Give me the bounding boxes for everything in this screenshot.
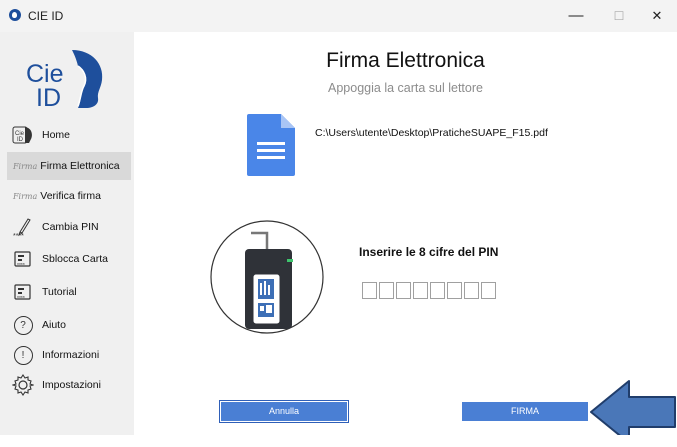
sidebar-item-label: Sblocca Carta — [42, 253, 108, 265]
app-icon — [9, 9, 21, 21]
pin-digit-box[interactable] — [447, 282, 462, 299]
sidebar-item-verifica-firma[interactable]: Firma Verifica firma — [7, 182, 131, 210]
svg-text:****: **** — [13, 233, 24, 238]
pin-digit-box[interactable] — [379, 282, 394, 299]
sidebar-item-label: Impostazioni — [42, 379, 101, 391]
pin-digit-box[interactable] — [430, 282, 445, 299]
sidebar-item-firma-elettronica[interactable]: Firma Firma Elettronica — [7, 152, 131, 180]
sidebar-item-label: Firma Elettronica — [40, 160, 120, 172]
pin-digit-box[interactable] — [481, 282, 496, 299]
sidebar-item-cambia-pin[interactable]: **** Cambia PIN — [7, 213, 131, 241]
sidebar: Cie ID Cie ID Home Firma Firma Elettroni… — [0, 32, 134, 435]
info-icon: ! — [13, 345, 33, 365]
sidebar-item-label: Home — [42, 129, 71, 141]
svg-text:ID: ID — [17, 137, 24, 143]
info-icon-wrap: ! — [10, 343, 36, 367]
file-path: C:\Users\utente\Desktop\PraticheSUAPE_F1… — [315, 127, 548, 139]
sidebar-item-label: Informazioni — [42, 349, 100, 361]
document-icon — [247, 114, 295, 176]
sign-button[interactable]: FIRMA — [462, 402, 588, 421]
sidebar-item-tutorial[interactable]: **** Tutorial — [7, 278, 131, 306]
cie-id-icon: Cie ID — [10, 123, 36, 147]
sidebar-item-label: Aiuto — [42, 319, 66, 331]
sidebar-item-label: Tutorial — [42, 286, 77, 298]
sidebar-item-label: Cambia PIN — [42, 221, 99, 233]
signature-icon: Firma — [13, 191, 38, 201]
pin-digit-box[interactable] — [464, 282, 479, 299]
cancel-button[interactable]: Annulla — [219, 400, 349, 423]
card-reader-illustration — [210, 220, 324, 334]
pin-digit-box[interactable] — [396, 282, 411, 299]
sidebar-item-home[interactable]: Cie ID Home — [7, 121, 131, 149]
sidebar-item-informazioni[interactable]: ! Informazioni — [7, 341, 131, 369]
cie-id-logo: Cie ID — [26, 50, 103, 112]
question-icon: ? — [13, 315, 33, 335]
pin-input[interactable] — [362, 282, 496, 299]
sidebar-item-impostazioni[interactable]: Impostazioni — [7, 371, 131, 399]
sidebar-item-sblocca-carta[interactable]: **** Sblocca Carta — [7, 245, 131, 273]
page-title: Firma Elettronica — [326, 49, 485, 72]
window-bottom-edge — [0, 435, 677, 447]
pin-digit-box[interactable] — [362, 282, 377, 299]
tutorial-icon: **** — [10, 280, 36, 304]
sidebar-item-aiuto[interactable]: ? Aiuto — [7, 311, 131, 339]
pin-label: Inserire le 8 cifre del PIN — [359, 245, 499, 259]
close-button[interactable]: ✕ — [646, 6, 668, 26]
pin-digit-box[interactable] — [413, 282, 428, 299]
gear-icon — [10, 373, 36, 397]
sidebar-item-label: Verifica firma — [40, 190, 101, 202]
question-icon-wrap: ? — [10, 313, 36, 337]
title-bar: CIE ID — ☐ ✕ — [0, 0, 677, 32]
card-unlock-icon: **** — [10, 247, 36, 271]
maximize-button[interactable]: ☐ — [608, 6, 630, 26]
signature-icon: Firma — [13, 161, 38, 171]
logo-text-id: ID — [36, 84, 61, 112]
svg-text:****: **** — [17, 296, 25, 302]
minimize-button[interactable]: — — [565, 6, 587, 26]
pen-pin-icon: **** — [10, 215, 36, 239]
svg-text:****: **** — [17, 263, 25, 269]
page-subtitle: Appoggia la carta sul lettore — [328, 81, 483, 95]
window-title: CIE ID — [28, 9, 64, 23]
